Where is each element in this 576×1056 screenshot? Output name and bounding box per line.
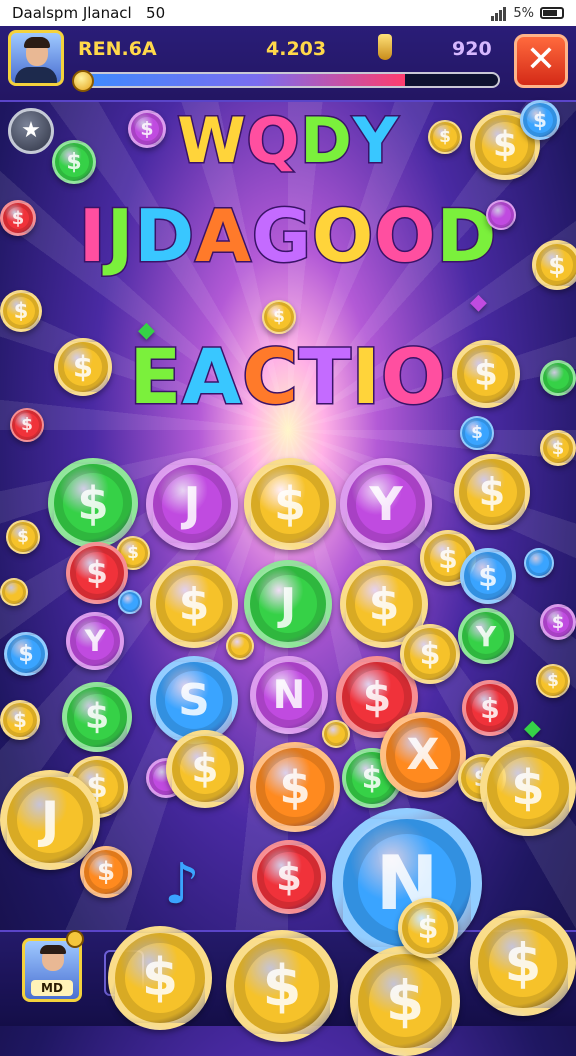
blue-coin-icon xyxy=(118,590,142,614)
purple-coin-icon: N xyxy=(250,656,328,734)
blue-coin-icon: $ xyxy=(460,548,516,604)
coin-count: 920 xyxy=(452,38,492,60)
gold-coin-icon: $ xyxy=(480,740,576,836)
title-letter: E xyxy=(128,331,183,423)
player-label: REN.6A xyxy=(78,38,157,60)
orange-coin-icon: $ xyxy=(250,742,340,832)
gold-coin-icon: $ xyxy=(244,458,336,550)
gold-coin-icon: $ xyxy=(262,300,296,334)
title-letter: O xyxy=(380,331,448,423)
gold-coin-icon: $ xyxy=(428,120,462,154)
signal-icon xyxy=(491,6,507,21)
gold-coin-icon: $ xyxy=(470,910,576,1016)
red-coin-icon: $ xyxy=(252,840,326,914)
gold-coin-icon: $ xyxy=(6,520,40,554)
title-letter: Q xyxy=(245,103,301,179)
gold-coin-icon: $ xyxy=(454,454,530,530)
player-avatar[interactable] xyxy=(8,30,64,86)
title-letter: O xyxy=(310,193,375,280)
purple-coin-icon: $ xyxy=(128,110,166,148)
top-hud: REN.6A 4.203 920 ✕ xyxy=(0,26,576,102)
red-coin-icon: $ xyxy=(10,408,44,442)
green-coin-icon: J xyxy=(244,560,332,648)
title-letter: Y xyxy=(351,103,399,179)
progress-knob-icon xyxy=(72,70,94,92)
gold-coin-icon xyxy=(322,720,350,748)
gold-coin-icon: $ xyxy=(350,946,460,1056)
green-coin-icon: Y xyxy=(458,608,514,664)
gold-coin-icon xyxy=(226,632,254,660)
orange-coin-icon: X xyxy=(380,712,466,798)
title-letter: A xyxy=(181,331,243,423)
close-button[interactable]: ✕ xyxy=(514,34,568,88)
purple-coin-icon: Y xyxy=(66,612,124,670)
purple-coin-icon: J xyxy=(146,458,238,550)
gold-coin-icon: $ xyxy=(226,930,338,1042)
status-bar: Daalspm Jlanacl 50 5% xyxy=(0,0,576,26)
score-value: 4.203 xyxy=(266,38,327,60)
gold-coin-icon: $ xyxy=(0,290,42,332)
red-coin-icon: $ xyxy=(66,542,128,604)
title-letter: T xyxy=(297,331,352,423)
progress-fill xyxy=(76,74,406,86)
purple-coin-icon: $ xyxy=(540,604,576,640)
gem-icon: ◆ xyxy=(524,716,541,741)
title-letter: D xyxy=(299,103,353,179)
gold-coin-icon: $ xyxy=(398,898,458,958)
gold-coin-icon: $ xyxy=(536,664,570,698)
title-letter: C xyxy=(241,331,300,423)
title-letter: D xyxy=(133,193,196,280)
music-note-icon: ♪ xyxy=(164,852,200,917)
blue-coin-icon xyxy=(524,548,554,578)
battery-icon xyxy=(540,7,564,19)
gold-coin-icon: $ xyxy=(108,926,212,1030)
green-coin-icon: $ xyxy=(62,682,132,752)
green-coin-icon: $ xyxy=(48,458,138,548)
green-coin-icon: $ xyxy=(52,140,96,184)
title-letter: I xyxy=(77,193,107,280)
title-letter: J xyxy=(105,193,135,280)
gem-icon: ◆ xyxy=(470,290,487,315)
green-coin-icon xyxy=(540,360,576,396)
gold-coin-icon: $ xyxy=(150,560,238,648)
gold-coin-icon: $ xyxy=(54,338,112,396)
status-time: 50 xyxy=(146,4,166,22)
status-left-text: Daalspm Jlanacl xyxy=(12,4,132,22)
battery-percent: 5% xyxy=(513,5,534,21)
title-letter: I xyxy=(350,331,382,423)
purple-coin-icon: Y xyxy=(340,458,432,550)
red-coin-icon: $ xyxy=(0,200,36,236)
blue-coin-icon: $ xyxy=(4,632,48,676)
progress-bar xyxy=(74,72,500,88)
bottom-avatar-label: MD xyxy=(31,980,73,996)
red-coin-icon: $ xyxy=(462,680,518,736)
gold-coin-icon: $ xyxy=(166,730,244,808)
blue-coin-icon: $ xyxy=(460,416,494,450)
purple-coin-icon xyxy=(486,200,516,230)
title-letter: O xyxy=(373,193,437,280)
gold-coin-icon: $ xyxy=(452,340,520,408)
coin-stack-icon xyxy=(378,34,392,60)
gold-coin-icon: $ xyxy=(532,240,576,290)
gold-coin-icon: J xyxy=(0,770,100,870)
gold-coin-icon xyxy=(0,578,28,606)
gold-coin-icon: $ xyxy=(400,624,460,684)
title-letter: G xyxy=(250,193,312,280)
gem-icon: ◆ xyxy=(138,318,155,343)
orange-coin-icon: $ xyxy=(80,846,132,898)
title-letter: A xyxy=(194,193,253,280)
gold-coin-icon: $ xyxy=(540,430,576,466)
blue-coin-icon: $ xyxy=(520,100,560,140)
gold-coin-icon: $ xyxy=(0,700,40,740)
bottom-badge-icon xyxy=(66,930,84,948)
title-letter: W xyxy=(176,103,247,179)
